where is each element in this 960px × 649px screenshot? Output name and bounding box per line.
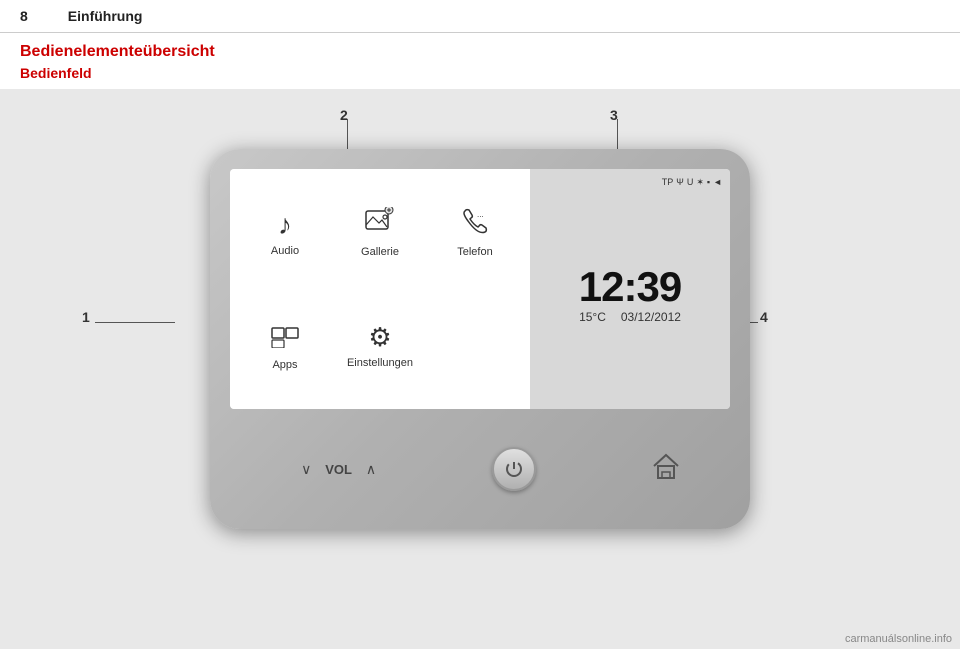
clock-info: 15°C 03/12/2012 <box>579 310 681 324</box>
audio-label: Audio <box>271 245 299 257</box>
einstellungen-icon: ⚙ <box>368 322 391 353</box>
telefon-label: Telefon <box>457 246 492 258</box>
vol-up-button[interactable]: ∧ <box>360 458 382 480</box>
status-signal: Ψ <box>676 177 684 188</box>
menu-item-gallerie[interactable]: Gallerie <box>335 179 425 287</box>
telefon-icon: ... <box>460 207 490 242</box>
menu-item-telefon[interactable]: ... Telefon <box>430 179 520 287</box>
status-bar: TP Ψ U ✶ ▪ ◄ <box>538 177 722 188</box>
page-header: 8 Einführung <box>0 0 960 33</box>
watermark: carmanuálsonline.info <box>845 633 952 645</box>
gallerie-icon <box>365 207 395 242</box>
temperature: 15°C <box>579 310 606 324</box>
screen-left-panel: ♪ Audio <box>230 169 530 409</box>
section-subheading: Bedienfeld <box>0 63 960 89</box>
clock-time: 12:39 <box>579 266 681 308</box>
power-button[interactable] <box>492 447 536 491</box>
gallerie-label: Gallerie <box>361 246 399 258</box>
status-vol: ◄ <box>713 177 722 188</box>
apps-label: Apps <box>272 359 297 371</box>
device-body: ♪ Audio <box>210 149 750 529</box>
page-number: 8 <box>20 8 28 24</box>
status-tp: TP <box>662 177 674 188</box>
controls-area: ∨ VOL ∧ <box>240 429 740 509</box>
label-1: 1 <box>82 309 90 325</box>
vol-label: VOL <box>325 462 352 477</box>
date: 03/12/2012 <box>621 310 681 324</box>
svg-text:...: ... <box>477 210 484 219</box>
clock-area: 12:39 15°C 03/12/2012 <box>538 188 722 401</box>
screen: ♪ Audio <box>230 169 730 409</box>
diagram-area: 1 2 3 4 5 6 7 ♪ Audio <box>0 89 960 649</box>
status-u: U <box>687 177 694 188</box>
line-1 <box>95 322 175 323</box>
screen-right-panel: TP Ψ U ✶ ▪ ◄ 12:39 15°C 03/12/2012 <box>530 169 730 409</box>
apps-icon <box>270 320 300 355</box>
section-heading: Bedienelementeübersicht <box>0 33 960 63</box>
menu-item-einstellungen[interactable]: ⚙ Einstellungen <box>335 292 425 400</box>
status-batt: ▪ <box>707 177 710 188</box>
vol-down-button[interactable]: ∨ <box>295 458 317 480</box>
status-bt: ✶ <box>696 177 704 188</box>
vol-control: ∨ VOL ∧ <box>295 458 382 480</box>
audio-icon: ♪ <box>278 209 292 241</box>
menu-item-apps[interactable]: Apps <box>240 292 330 400</box>
page-title: Einführung <box>68 8 143 24</box>
menu-item-audio[interactable]: ♪ Audio <box>240 179 330 287</box>
home-button[interactable] <box>647 450 685 488</box>
einstellungen-label: Einstellungen <box>347 357 413 369</box>
